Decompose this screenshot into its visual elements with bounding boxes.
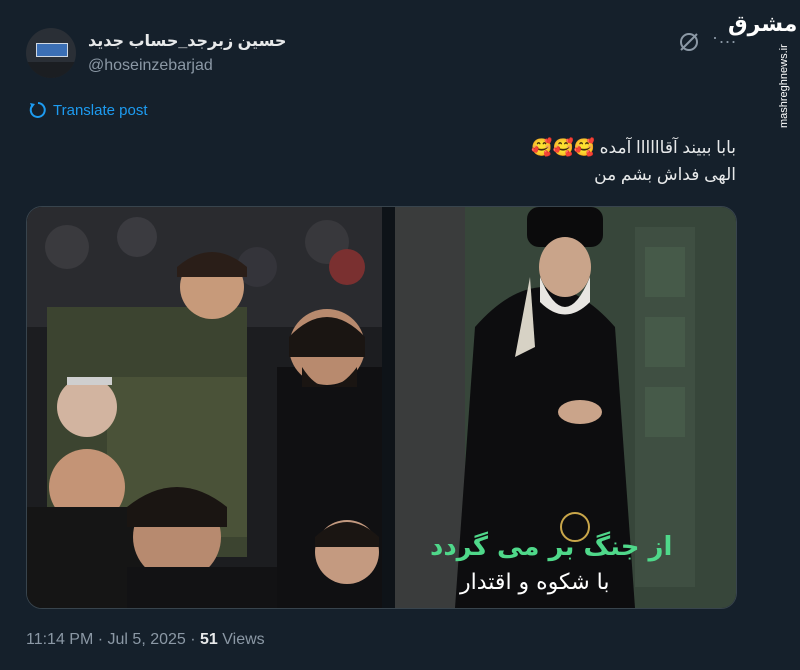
- author-handle[interactable]: @hoseinzebarjad: [88, 57, 213, 75]
- avatar-strip: [26, 62, 76, 78]
- tweet-line-1: بابا ببیند آقاااااا آمده 🥰🥰🥰: [531, 138, 736, 157]
- crowd-photo[interactable]: [27, 207, 382, 608]
- tweet-meta: 11:14 PM · Jul 5, 2025 · 51 Views: [26, 631, 265, 649]
- grok-icon[interactable]: [678, 31, 700, 53]
- poster-title: از جنگ بر می گردد: [430, 532, 673, 562]
- translate-label: Translate post: [53, 101, 148, 119]
- watermark-url: mashreghnews.ir: [778, 44, 790, 128]
- views-count: 51: [200, 631, 218, 648]
- avatar-sign: [36, 43, 68, 57]
- author-display-name[interactable]: حسین زبرجد_حساب جدید: [88, 31, 286, 51]
- views-label: Views: [222, 631, 265, 648]
- translate-post-link[interactable]: Translate post: [29, 101, 148, 119]
- tweet-line-2: الهی فداش بشم من: [594, 165, 736, 184]
- meta-separator: ·: [93, 631, 108, 648]
- meta-separator-2: ·: [185, 631, 201, 648]
- tweet-time[interactable]: 11:14 PM: [26, 631, 93, 648]
- avatar[interactable]: [26, 28, 76, 78]
- tweet-date[interactable]: Jul 5, 2025: [108, 631, 186, 648]
- translate-icon: [29, 102, 46, 118]
- poster-subtitle: با شکوه و اقتدار: [460, 570, 610, 595]
- tweet-text: بابا ببیند آقاااااا آمده 🥰🥰🥰 الهی فداش ب…: [136, 134, 736, 188]
